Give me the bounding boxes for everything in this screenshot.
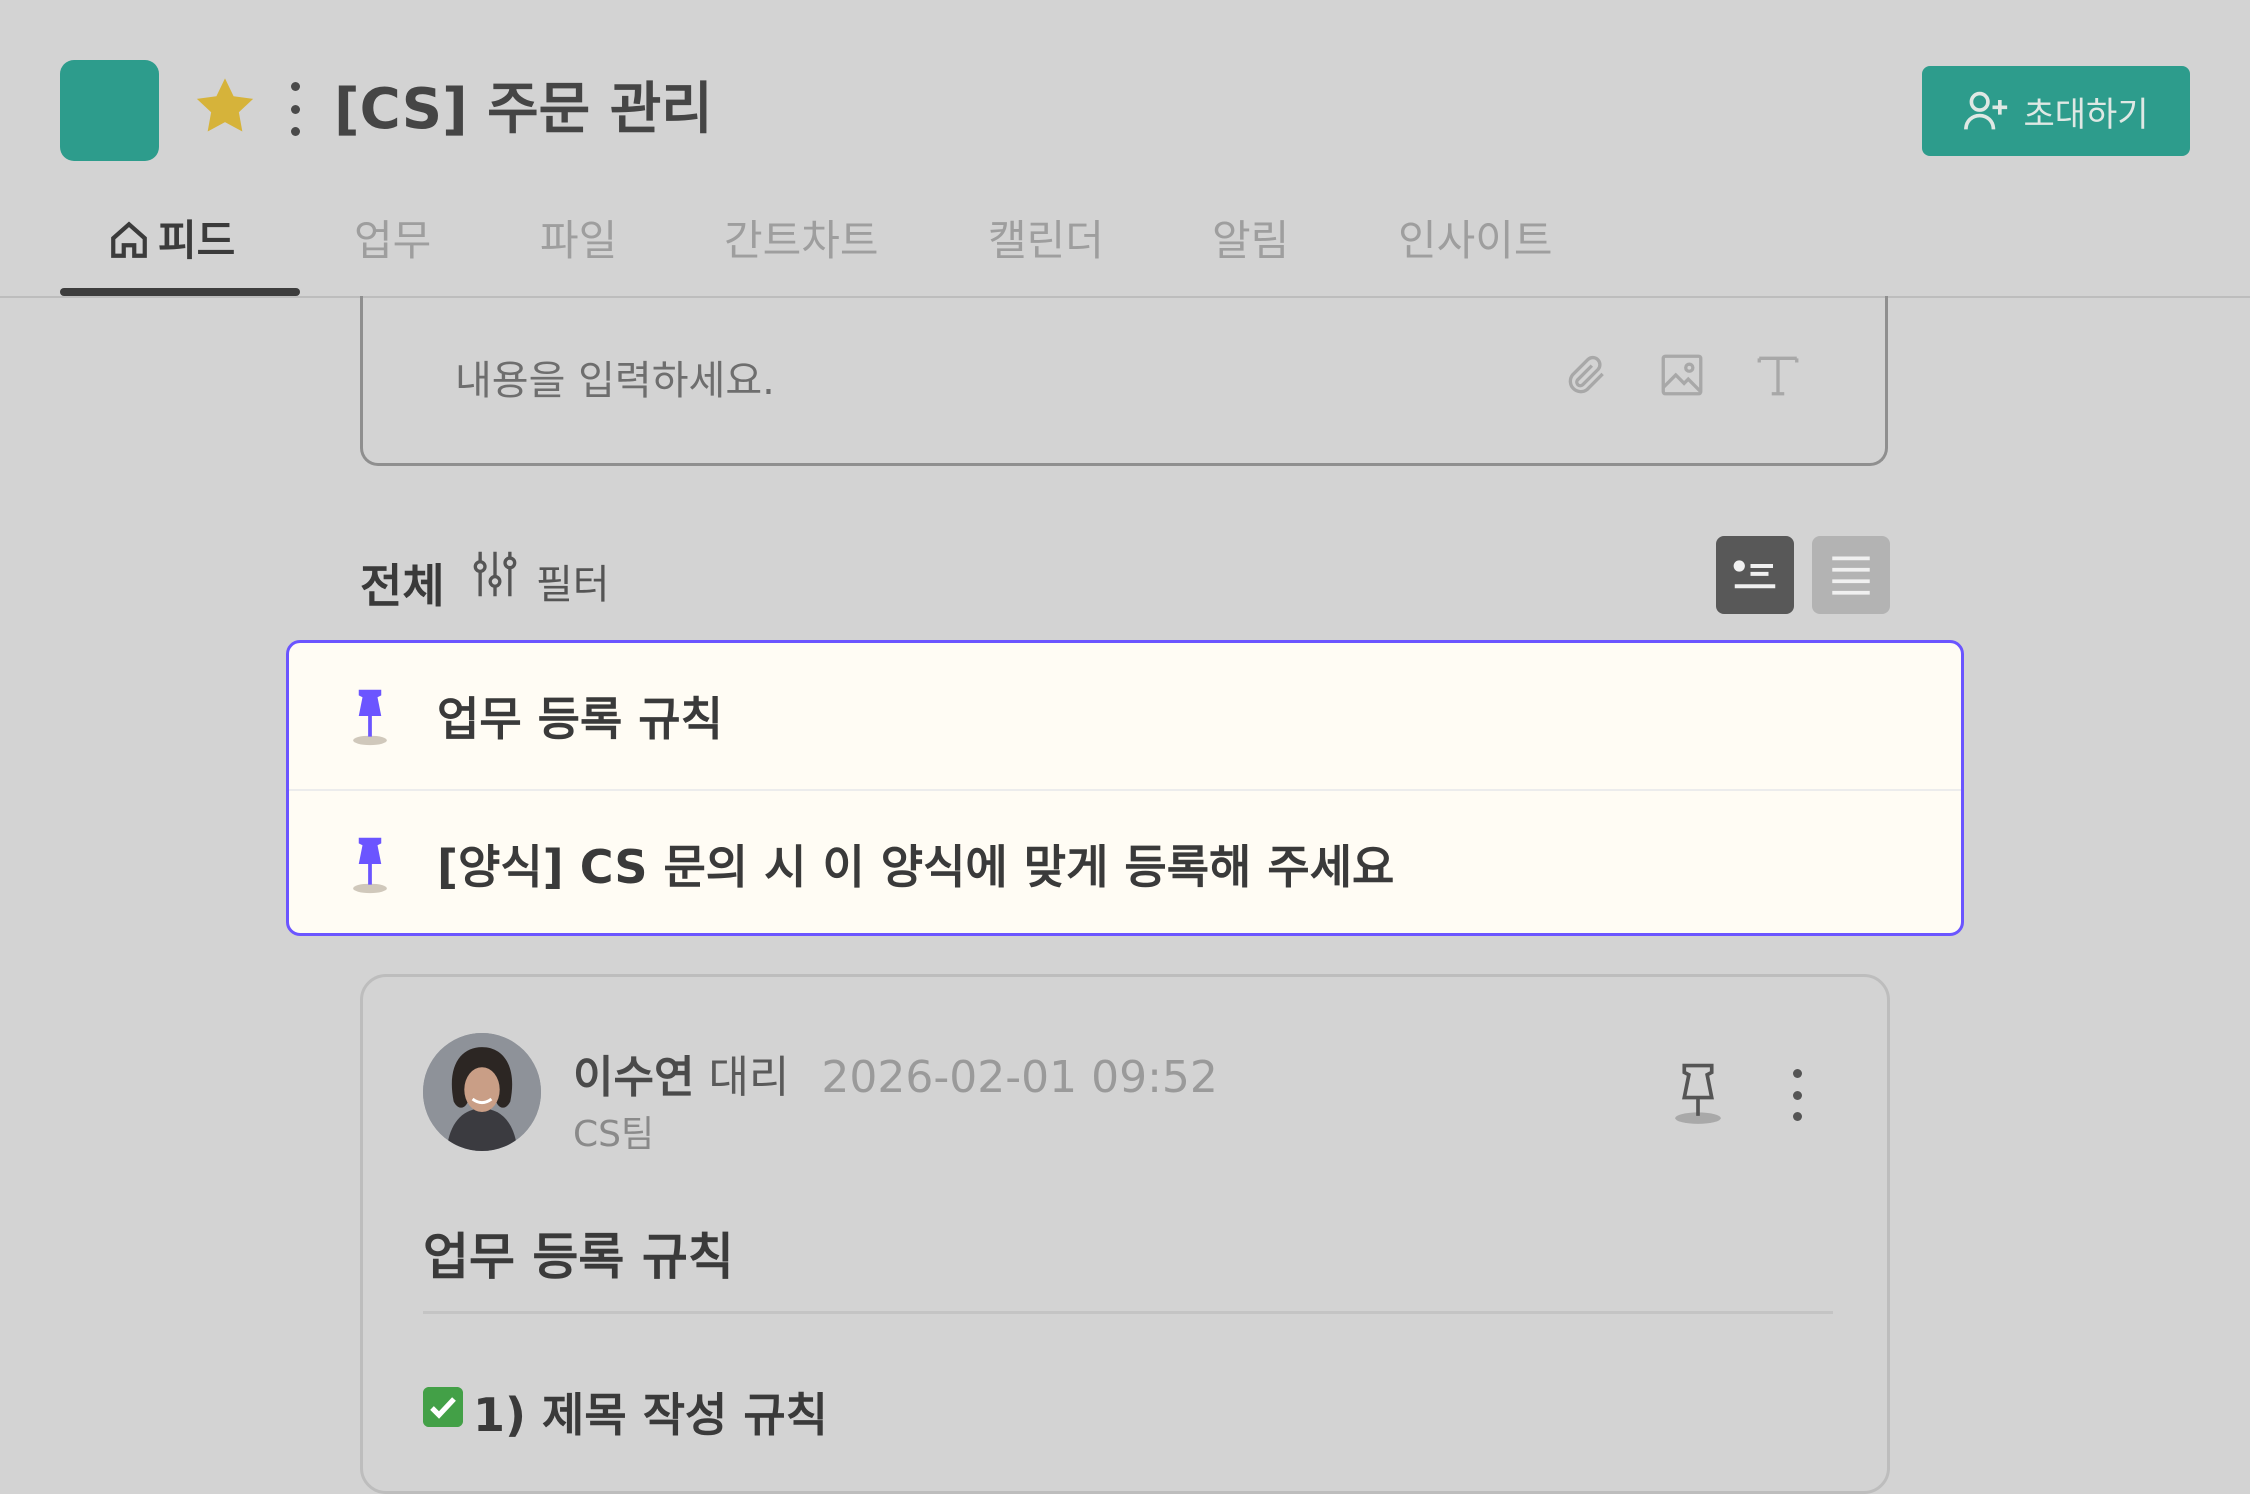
feed-post: 이수연 대리 2026-02-01 09:52 CS팀 업무 등록 규칙 1) …	[360, 974, 1890, 1494]
sliders-icon[interactable]	[472, 548, 518, 600]
avatar[interactable]	[423, 1033, 541, 1151]
post-author: 이수연 대리 2026-02-01 09:52	[573, 1041, 1218, 1105]
post-editor[interactable]: 내용을 입력하세요.	[360, 296, 1888, 466]
tab-tasks[interactable]: 업무	[354, 200, 431, 296]
check-box-icon	[423, 1387, 463, 1427]
add-user-icon	[1964, 91, 2008, 130]
author-rank: 대리	[708, 1052, 790, 1103]
home-icon	[111, 221, 147, 258]
author-team: CS팀	[573, 1114, 655, 1155]
author-name[interactable]: 이수연	[573, 1052, 694, 1103]
pinned-item[interactable]: [양식] CS 문의 시 이 양식에 맞게 등록해 주세요	[289, 789, 1961, 933]
avatar-image	[423, 1033, 541, 1151]
list-view-button[interactable]	[1812, 536, 1890, 614]
paperclip-icon[interactable]	[1561, 350, 1611, 400]
post-title: 업무 등록 규칙	[423, 1228, 734, 1286]
star-icon[interactable]	[190, 72, 260, 142]
invite-button[interactable]: 초대하기	[1922, 66, 2190, 156]
card-view-button[interactable]	[1716, 536, 1794, 614]
tab-feed[interactable]: 피드	[108, 200, 235, 296]
pin-icon	[353, 689, 387, 746]
image-icon[interactable]	[1657, 350, 1707, 400]
pinned-item[interactable]: 업무 등록 규칙	[289, 643, 1961, 789]
pinned-posts: 업무 등록 규칙 [양식] CS 문의 시 이 양식에 맞게 등록해 주세요	[286, 640, 1964, 936]
pinned-title: 업무 등록 규칙	[437, 692, 723, 746]
post-section-title: 1) 제목 작성 규칙	[473, 1388, 828, 1442]
tab-insight[interactable]: 인사이트	[1398, 200, 1553, 296]
card-view-icon	[1733, 560, 1776, 589]
invite-label: 초대하기	[2023, 94, 2149, 135]
post-divider	[423, 1311, 1833, 1314]
pinned-title: [양식] CS 문의 시 이 양식에 맞게 등록해 주세요	[437, 840, 1395, 894]
post-menu-kebab-icon[interactable]	[1787, 1069, 1807, 1121]
tab-files[interactable]: 파일	[540, 200, 617, 296]
project-menu-kebab-icon[interactable]	[282, 82, 308, 136]
text-format-icon[interactable]	[1753, 350, 1803, 400]
filter-button-label[interactable]: 필터	[536, 552, 610, 610]
list-view-icon	[1832, 556, 1870, 595]
project-logo	[60, 60, 159, 161]
pin-icon	[353, 837, 387, 894]
tab-gantt[interactable]: 간트차트	[724, 200, 879, 296]
tab-bar: 피드 업무 파일 간트차트 캘린더 알림 인사이트	[0, 200, 2250, 298]
post-date: 2026-02-01 09:52	[821, 1052, 1218, 1103]
tab-notifications[interactable]: 알림	[1212, 200, 1289, 296]
editor-placeholder[interactable]: 내용을 입력하세요.	[455, 348, 775, 406]
feed-filter-bar: 전체 필터	[360, 536, 1890, 616]
active-tab-indicator	[60, 288, 300, 296]
project-title: [CS] 주문 관리	[334, 77, 713, 142]
pin-outline-icon[interactable]	[1663, 1061, 1733, 1125]
tab-calendar[interactable]: 캘린더	[988, 200, 1104, 296]
all-filter-label[interactable]: 전체	[360, 550, 445, 616]
